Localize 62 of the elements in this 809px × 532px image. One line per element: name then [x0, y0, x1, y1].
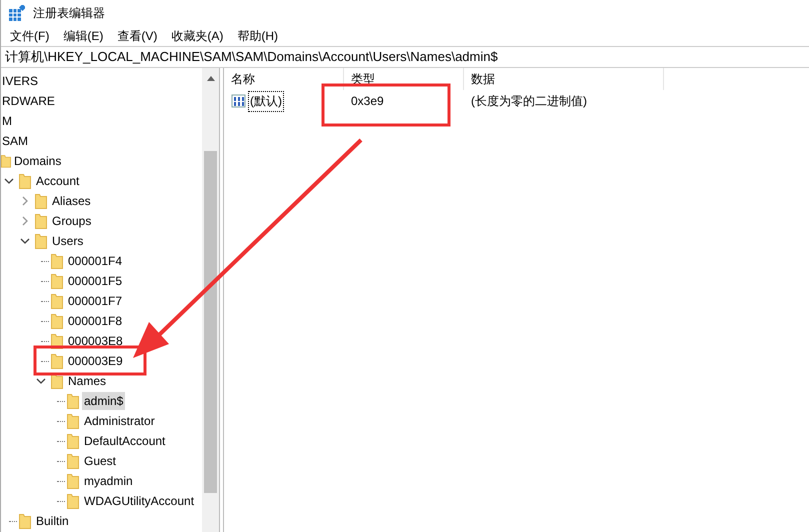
tree-item[interactable]: Domains — [12, 152, 64, 170]
folder-icon — [67, 453, 79, 469]
folder-icon — [35, 193, 47, 209]
tree-item[interactable]: 000003E8 — [66, 332, 125, 350]
registry-icon — [9, 5, 25, 21]
tree-item[interactable]: 000001F7 — [66, 292, 124, 310]
folder-icon — [67, 433, 79, 449]
window-title: 注册表编辑器 — [33, 4, 105, 22]
tree-item[interactable]: 000001F4 — [66, 252, 124, 270]
tree-item[interactable]: Groups — [50, 212, 94, 230]
tree-item[interactable]: Aliases — [50, 192, 93, 210]
tree-item[interactable]: Account — [34, 172, 82, 190]
folder-icon — [51, 273, 63, 289]
tree-item[interactable]: 000003E9 — [66, 352, 125, 370]
folder-icon — [51, 313, 63, 329]
scroll-thumb[interactable] — [204, 151, 217, 493]
chevron-right-icon[interactable] — [20, 216, 30, 226]
chevron-right-icon[interactable] — [20, 196, 30, 206]
tree-item[interactable]: Names — [66, 372, 108, 390]
chevron-down-icon[interactable] — [20, 236, 30, 246]
folder-icon — [19, 173, 31, 189]
menu-item[interactable]: 查看(V) — [110, 28, 164, 44]
value-type: 0x3e9 — [350, 94, 385, 108]
folder-icon — [67, 413, 79, 429]
folder-icon — [67, 493, 79, 509]
value-data: (长度为零的二进制值) — [470, 92, 588, 110]
tree-item[interactable]: Users — [50, 232, 86, 250]
tree-item[interactable]: M — [1, 112, 14, 130]
menu-item[interactable]: 收藏夹(A) — [164, 28, 230, 44]
tree-item[interactable]: admin$ — [82, 392, 126, 410]
folder-icon — [19, 513, 31, 529]
menu-item[interactable]: 编辑(E) — [56, 28, 110, 44]
tree-item[interactable]: SAM — [1, 132, 30, 150]
chevron-down-icon[interactable] — [4, 176, 14, 186]
folder-icon — [67, 393, 79, 409]
column-header[interactable]: 数据 — [464, 68, 664, 90]
folder-icon — [51, 373, 63, 389]
tree-item[interactable]: RDWARE — [1, 92, 57, 110]
folder-icon — [67, 473, 79, 489]
tree-item[interactable]: Guest — [82, 452, 118, 470]
tree-item[interactable]: Builtin — [34, 512, 71, 530]
tree-item[interactable]: myadmin — [82, 472, 135, 490]
tree-item[interactable]: 000001F8 — [66, 312, 124, 330]
binary-value-icon — [231, 93, 247, 109]
chevron-down-icon[interactable] — [36, 376, 46, 386]
address-field[interactable]: 计算机\HKEY_LOCAL_MACHINE\SAM\SAM\Domains\Account\Users\Names\admin$ — [1, 46, 809, 68]
tree-item[interactable]: WDAGUtilityAccount — [82, 492, 196, 510]
folder-icon — [1, 153, 11, 169]
folder-icon — [51, 253, 63, 269]
tree-item[interactable]: Administrator — [82, 412, 157, 430]
tree-item[interactable]: 000001F5 — [66, 272, 124, 290]
tree-item[interactable]: IVERS — [1, 72, 40, 90]
value-name[interactable]: (默认) — [248, 90, 284, 112]
menu-item[interactable]: 帮助(H) — [230, 28, 285, 44]
folder-icon — [51, 353, 63, 369]
column-header[interactable]: 名称 — [224, 68, 344, 90]
scroll-up-icon[interactable] — [206, 76, 214, 81]
folder-icon — [35, 233, 47, 249]
folder-icon — [35, 213, 47, 229]
folder-icon — [51, 293, 63, 309]
menu-item[interactable]: 文件(F) — [3, 28, 56, 44]
tree-item[interactable]: DefaultAccount — [82, 432, 168, 450]
